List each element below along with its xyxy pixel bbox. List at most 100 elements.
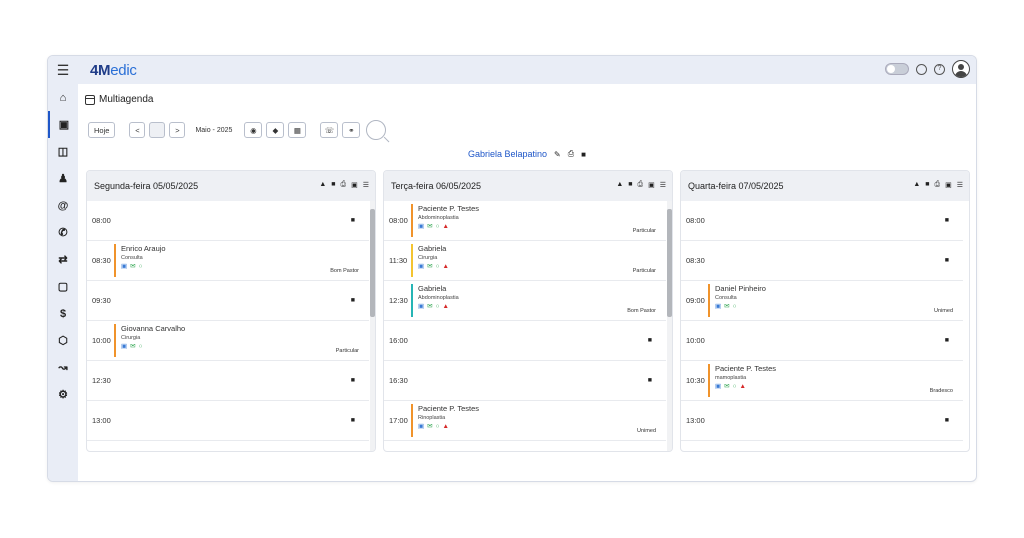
home-icon[interactable]: ⌂: [48, 84, 78, 111]
edit-icon[interactable]: ✎: [554, 150, 561, 159]
theme-toggle[interactable]: [885, 63, 909, 75]
lock-icon[interactable]: ■: [351, 297, 355, 304]
appointment-card[interactable]: Paciente P. Testes Rinoplastia ▣ ✉ ○ ▲: [411, 404, 479, 437]
doctor-name[interactable]: Gabriela Belapatino: [468, 149, 547, 159]
warning-icon[interactable]: ▲: [740, 382, 746, 391]
whatsapp-icon[interactable]: ○: [436, 222, 440, 231]
time-slot[interactable]: 09:00 Daniel Pinheiro Consulta ▣ ✉ ○ Unimed: [681, 281, 963, 321]
mail-icon[interactable]: ✉: [427, 222, 432, 231]
person-icon[interactable]: ♟: [48, 165, 78, 192]
app-logo[interactable]: 4Medic: [90, 62, 137, 79]
mail-icon[interactable]: ✉: [130, 262, 135, 271]
appointment-card[interactable]: Gabriela Cirurgia ▣ ✉ ○ ▲: [411, 244, 449, 277]
time-slot[interactable]: 16:00 ■: [384, 321, 666, 361]
warning-icon[interactable]: ▲: [443, 302, 449, 311]
date-picker-button[interactable]: [149, 122, 166, 138]
print-icon[interactable]: ⎙: [340, 181, 346, 189]
time-slot[interactable]: 08:30 ■: [681, 241, 963, 281]
mail-icon[interactable]: ✉: [427, 302, 432, 311]
gear-icon[interactable]: ⚙: [48, 381, 78, 408]
vertical-scrollbar[interactable]: [667, 201, 672, 451]
time-slot[interactable]: 10:00 Giovanna Carvalho Cirurgia ▣ ✉ ○ Particu…: [87, 321, 369, 361]
clipboard-icon[interactable]: ▣: [121, 342, 127, 351]
phone-icon[interactable]: ✆: [48, 219, 78, 246]
appointment-card[interactable]: Gabriela Abdominoplastia ▣ ✉ ○ ▲: [411, 284, 459, 317]
time-slot[interactable]: 09:30 ■: [87, 281, 369, 321]
time-slot[interactable]: 10:30 Paciente P. Testes mamoplastia ▣ ✉ ○ ▲ Br…: [681, 361, 963, 401]
chart-icon[interactable]: ↝: [48, 354, 78, 381]
mail-icon[interactable]: ✉: [427, 422, 432, 431]
print-icon[interactable]: ⎙: [637, 181, 643, 189]
lock-icon[interactable]: ■: [945, 217, 949, 224]
list-icon[interactable]: ☰: [957, 181, 963, 189]
lock-icon[interactable]: ■: [945, 257, 949, 264]
whatsapp-icon[interactable]: ○: [733, 382, 737, 391]
time-slot[interactable]: 08:00 ■: [87, 201, 369, 241]
time-slot[interactable]: 12:30 ■: [87, 361, 369, 401]
mail-icon[interactable]: ✉: [427, 262, 432, 271]
time-slot[interactable]: 10:00 ■: [681, 321, 963, 361]
today-button[interactable]: Hoje: [88, 122, 116, 138]
whatsapp-icon[interactable]: ○: [436, 302, 440, 311]
tag-icon[interactable]: ◆: [266, 122, 285, 138]
next-button[interactable]: >: [169, 122, 186, 138]
shuffle-icon[interactable]: ⇄: [48, 246, 78, 273]
appointment-card[interactable]: Paciente P. Testes mamoplastia ▣ ✉ ○ ▲: [708, 364, 776, 397]
box-icon[interactable]: ⬡: [48, 327, 78, 354]
block-icon[interactable]: ▣: [351, 181, 358, 189]
whatsapp-icon[interactable]: ○: [733, 302, 737, 311]
whatsapp-icon[interactable]: ○: [436, 422, 440, 431]
time-slot[interactable]: 17:00 Paciente P. Testes Rinoplastia ▣ ✉ ○ ▲ Un…: [384, 401, 666, 441]
mail-icon[interactable]: ✉: [130, 342, 135, 351]
whatsapp-icon[interactable]: ○: [139, 342, 143, 351]
lock-icon[interactable]: ■: [628, 181, 632, 189]
time-slot[interactable]: 08:00 ■: [681, 201, 963, 241]
warning-icon[interactable]: ▲: [443, 262, 449, 271]
time-slot[interactable]: 13:00 ■: [681, 401, 963, 441]
help-icon[interactable]: ?: [934, 63, 945, 75]
at-icon[interactable]: @: [48, 192, 78, 219]
warning-icon[interactable]: ▲: [443, 222, 449, 231]
clipboard-icon[interactable]: ▣: [418, 262, 424, 271]
lock-icon[interactable]: ■: [945, 417, 949, 424]
time-slot[interactable]: 12:30 Gabriela Abdominoplastia ▣ ✉ ○ ▲ Bom Past…: [384, 281, 666, 321]
time-slot[interactable]: 13:00 ■: [87, 401, 369, 441]
lock-icon[interactable]: ■: [331, 181, 335, 189]
time-slot[interactable]: 08:30 Enrico Araujo Consulta ▣ ✉ ○ Bom Pastor: [87, 241, 369, 281]
calendar-view-icon[interactable]: ▦: [288, 122, 307, 138]
list-icon[interactable]: ☰: [363, 181, 369, 189]
appointment-card[interactable]: Daniel Pinheiro Consulta ▣ ✉ ○: [708, 284, 766, 317]
clipboard-icon[interactable]: ▣: [121, 262, 127, 271]
clipboard-icon[interactable]: ▣: [418, 222, 424, 231]
whatsapp-icon[interactable]: ○: [436, 262, 440, 271]
mail-icon[interactable]: ✉: [724, 382, 729, 391]
print-icon[interactable]: ⎙: [934, 181, 940, 189]
lock-icon[interactable]: ■: [648, 337, 652, 344]
car-icon[interactable]: ◫: [48, 138, 78, 165]
print-icon[interactable]: ⎙: [568, 149, 574, 159]
block-icon[interactable]: ▣: [945, 181, 952, 189]
warning-icon[interactable]: ▲: [913, 181, 920, 189]
calendar-icon[interactable]: ▣: [48, 111, 78, 138]
warning-icon[interactable]: ▲: [443, 422, 449, 431]
vertical-scrollbar[interactable]: [370, 201, 375, 451]
clipboard-icon[interactable]: ▢: [48, 273, 78, 300]
menu-icon[interactable]: ☰: [48, 62, 78, 79]
globe-icon[interactable]: ⚭: [342, 122, 361, 138]
clipboard-icon[interactable]: ▣: [715, 302, 721, 311]
lock-icon[interactable]: ■: [351, 377, 355, 384]
lock-icon[interactable]: ■: [945, 337, 949, 344]
lock-icon[interactable]: ■: [925, 181, 929, 189]
clipboard-icon[interactable]: ▣: [418, 302, 424, 311]
block-icon[interactable]: ▣: [648, 181, 655, 189]
whatsapp-icon[interactable]: ○: [139, 262, 143, 271]
prev-button[interactable]: <: [129, 122, 146, 138]
dollar-icon[interactable]: $: [48, 300, 78, 327]
chat-icon[interactable]: [916, 63, 927, 75]
user-avatar-icon[interactable]: [952, 60, 970, 78]
whatsapp-icon[interactable]: ☏: [320, 122, 339, 138]
warning-icon[interactable]: ▲: [616, 181, 623, 189]
horizontal-scrollbar[interactable]: [106, 481, 977, 482]
lock-icon[interactable]: ■: [351, 217, 355, 224]
appointment-card[interactable]: Giovanna Carvalho Cirurgia ▣ ✉ ○: [114, 324, 185, 357]
